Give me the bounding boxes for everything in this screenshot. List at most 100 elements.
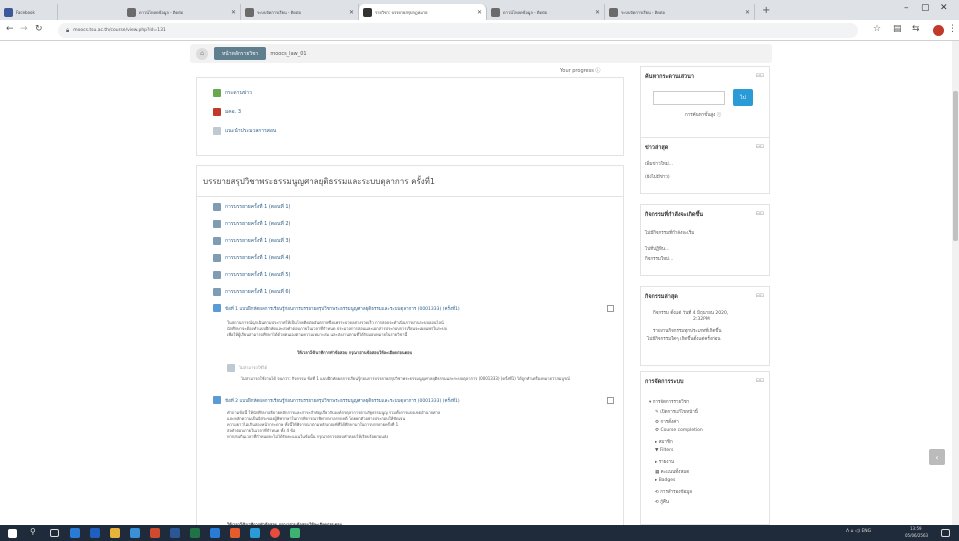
file-item[interactable]: การบรรยายครั้งที่ 1 (ตอนที่ 6) xyxy=(213,288,291,296)
admin-settings[interactable]: ⚙ การตั้งค่า xyxy=(655,418,679,425)
activity-link[interactable]: แนะนำประมวลการสอน xyxy=(225,127,276,135)
excel-icon[interactable] xyxy=(190,528,200,538)
maximize-icon[interactable]: ▢ xyxy=(921,3,930,13)
advanced-search-link[interactable]: การค้นหาขั้นสูง ⓘ xyxy=(685,111,721,118)
block-title: กิจกรรมล่าสุด xyxy=(645,294,678,300)
block-controls-icon[interactable]: ⊟⊡ xyxy=(756,293,764,299)
task-view-icon[interactable] xyxy=(50,529,59,537)
app-icon[interactable] xyxy=(230,528,240,538)
app-icon[interactable] xyxy=(250,528,260,538)
url-bar[interactable]: 🔒︎ moocs.tsu.ac.th/course/view.php?id=13… xyxy=(58,23,858,38)
new-tab-icon[interactable]: + xyxy=(762,5,770,16)
admin-course-administration[interactable]: ▾ การจัดการรายวิชา xyxy=(649,398,689,405)
file-item[interactable]: การบรรยายครั้งที่ 1 (ตอนที่ 1) xyxy=(213,203,291,211)
profile-avatar[interactable] xyxy=(933,25,944,36)
mail-icon[interactable] xyxy=(210,528,220,538)
close-tab-icon[interactable]: ✕ xyxy=(595,9,600,16)
add-news-link[interactable]: เพิ่มข่าวใหม่... xyxy=(645,160,673,167)
admin-course-completion[interactable]: ⚙ Course completion xyxy=(655,428,703,433)
completion-checkbox[interactable] xyxy=(607,305,614,312)
back-icon[interactable]: ← xyxy=(6,24,14,34)
go-to-calendar-link[interactable]: ไปที่ปฏิทิน... xyxy=(645,245,669,252)
file-link[interactable]: การบรรยายครั้งที่ 1 (ตอนที่ 3) xyxy=(225,237,291,245)
assignment-link[interactable]: ข้อที่ 2 แบบฝึกหัดผลการเรียนรู้ก่อนการบร… xyxy=(225,397,460,404)
browser-tab[interactable]: ดาวน์โหลดข้อมูล - ติดต่อ ✕ xyxy=(123,4,241,20)
activity-link[interactable]: กระดานข่าว xyxy=(225,89,252,97)
activity-item[interactable]: มคอ. 3 xyxy=(213,108,241,116)
clock-time[interactable]: 13:59 xyxy=(910,526,922,531)
breadcrumb-course-link[interactable]: หน้าหลักรายวิชา xyxy=(214,47,267,60)
admin-gradebook[interactable]: ▦ คะแนนทั้งหมด xyxy=(655,468,689,475)
minimize-icon[interactable]: – xyxy=(904,3,909,13)
close-tab-icon[interactable]: ✕ xyxy=(745,9,750,16)
file-item[interactable]: การบรรยายครั้งที่ 1 (ตอนที่ 3) xyxy=(213,237,291,245)
completion-checkbox[interactable] xyxy=(607,397,614,404)
browser-tab[interactable]: Facebook xyxy=(0,4,58,20)
cast-icon[interactable]: ⇆ xyxy=(912,24,920,34)
breadcrumb-current[interactable]: moocs_law_01 xyxy=(270,51,306,57)
file-link[interactable]: การบรรยายครั้งที่ 1 (ตอนที่ 6) xyxy=(225,288,291,296)
close-tab-icon[interactable]: ✕ xyxy=(231,9,236,16)
admin-filters[interactable]: ▼ Filters xyxy=(655,448,673,453)
search-icon[interactable]: ⚲ xyxy=(30,527,40,537)
assignment-item[interactable]: ข้อที่ 1 แบบฝึกหัดผลการเรียนรู้ก่อนการบร… xyxy=(213,304,460,312)
home-icon[interactable]: ⌂ xyxy=(196,47,208,60)
file-link[interactable]: การบรรยายครั้งที่ 1 (ตอนที่ 1) xyxy=(225,203,291,211)
file-item[interactable]: การบรรยายครั้งที่ 1 (ตอนที่ 5) xyxy=(213,271,291,279)
file-item[interactable]: การบรรยายครั้งที่ 1 (ตอนที่ 4) xyxy=(213,254,291,262)
close-tab-icon[interactable]: ✕ xyxy=(349,9,354,16)
word-icon[interactable] xyxy=(170,528,180,538)
assignment-item[interactable]: ข้อที่ 2 แบบฝึกหัดผลการเรียนรู้ก่อนการบร… xyxy=(213,396,460,404)
progress-label[interactable]: Your progress ⓘ xyxy=(560,67,600,74)
admin-backup[interactable]: ⟲ การสำรองข้อมูล xyxy=(655,488,692,495)
browser-tab[interactable]: ดาวน์โหลดข้อมูล - ติดต่อ ✕ xyxy=(487,4,605,20)
block-controls-icon[interactable]: ⊟⊡ xyxy=(756,378,764,384)
ie-icon[interactable] xyxy=(90,528,100,538)
dock-toggle-button[interactable]: ‹ xyxy=(929,449,945,465)
close-window-icon[interactable]: ✕ xyxy=(940,3,948,13)
activity-link[interactable]: มคอ. 3 xyxy=(225,108,241,116)
block-controls-icon[interactable]: ⊟⊡ xyxy=(756,211,764,217)
scrollbar-thumb[interactable] xyxy=(953,91,958,241)
forward-icon[interactable]: → xyxy=(20,24,28,34)
search-input[interactable] xyxy=(653,91,725,105)
chrome-icon[interactable] xyxy=(270,528,280,538)
line-icon[interactable] xyxy=(290,528,300,538)
full-report-link[interactable]: รายงานกิจกรรมทุกประเภทที่เกิดขึ้น xyxy=(653,327,721,334)
activity-item[interactable]: แนะนำประมวลการสอน xyxy=(213,127,276,135)
system-tray[interactable]: ᐱ ⌂ ◁) ENG xyxy=(846,529,871,534)
admin-reports[interactable]: ▸ รายงาน xyxy=(655,458,674,465)
notifications-icon[interactable] xyxy=(941,529,950,537)
assignment-link[interactable]: ข้อที่ 1 แบบฝึกหัดผลการเรียนรู้ก่อนการบร… xyxy=(225,305,460,312)
assignment-icon xyxy=(213,396,221,404)
store-icon[interactable] xyxy=(130,528,140,538)
file-link[interactable]: การบรรยายครั้งที่ 1 (ตอนที่ 4) xyxy=(225,254,291,262)
admin-badges[interactable]: ▸ Badges xyxy=(655,478,675,483)
admin-restore[interactable]: ⟲ กู้คืน xyxy=(655,498,669,505)
file-explorer-icon[interactable] xyxy=(110,528,120,538)
reload-icon[interactable]: ↻ xyxy=(35,24,43,34)
url-text: moocs.tsu.ac.th/course/view.php?id=131 xyxy=(73,28,166,33)
extensions-icon[interactable]: ▤ xyxy=(893,24,902,34)
close-tab-icon[interactable]: ✕ xyxy=(477,9,482,16)
clock-date[interactable]: 05/06/2563 xyxy=(905,533,928,538)
block-controls-icon[interactable]: ⊟⊡ xyxy=(756,144,764,150)
browser-tab[interactable]: ระบบจัดการเรียน - ติดต่อ ✕ xyxy=(241,4,359,20)
admin-users[interactable]: ▸ สมาชิก xyxy=(655,438,673,445)
new-event-link[interactable]: กิจกรรมใหม่... xyxy=(645,255,673,262)
star-icon[interactable]: ☆ xyxy=(873,24,881,34)
edge-icon[interactable] xyxy=(70,528,80,538)
office-icon[interactable] xyxy=(150,528,160,538)
admin-turn-editing-on[interactable]: ✎ เปิดการแก้ไขหน้านี้ xyxy=(655,408,698,415)
search-go-button[interactable]: ไป xyxy=(733,89,753,106)
file-link[interactable]: การบรรยายครั้งที่ 1 (ตอนที่ 2) xyxy=(225,220,291,228)
browser-tab-active[interactable]: รายวิชา: บรรยายสรุปกฎหมาย ✕ xyxy=(359,4,487,20)
windows-start-icon[interactable] xyxy=(8,529,17,538)
file-link[interactable]: การบรรยายครั้งที่ 1 (ตอนที่ 5) xyxy=(225,271,291,279)
browser-tab[interactable]: ระบบจัดการเรียน - ติดต่อ ✕ xyxy=(605,4,755,20)
block-controls-icon[interactable]: ⊟⊡ xyxy=(756,73,764,79)
activity-item[interactable]: กระดานข่าว xyxy=(213,89,252,97)
block-title: การจัดการระบบ xyxy=(645,379,684,385)
menu-icon[interactable]: ⋮ xyxy=(948,24,957,34)
file-item[interactable]: การบรรยายครั้งที่ 1 (ตอนที่ 2) xyxy=(213,220,291,228)
